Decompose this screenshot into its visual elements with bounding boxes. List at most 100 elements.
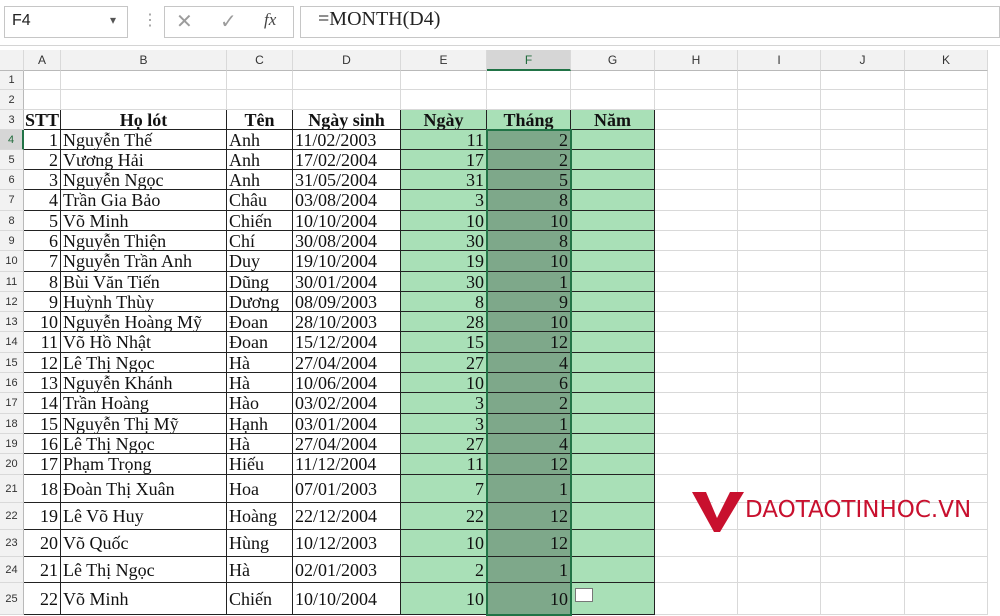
cell[interactable]	[487, 90, 571, 110]
year-cell[interactable]	[571, 190, 655, 211]
first-name-cell[interactable]: Hiếu	[227, 454, 293, 475]
last-middle-name-cell[interactable]: Nguyễn Thế	[61, 130, 227, 150]
stt-cell[interactable]: 8	[24, 272, 61, 292]
table-header-cell[interactable]: STT	[24, 110, 61, 130]
first-name-cell[interactable]: Hoàng	[227, 503, 293, 530]
cell[interactable]	[905, 170, 988, 190]
cell[interactable]	[655, 110, 738, 130]
stt-cell[interactable]: 16	[24, 434, 61, 454]
cell[interactable]	[738, 170, 821, 190]
cell[interactable]	[905, 150, 988, 170]
row-header[interactable]: 2	[0, 90, 24, 110]
year-cell[interactable]	[571, 353, 655, 373]
column-header-a[interactable]: A	[24, 50, 61, 71]
cell[interactable]	[655, 393, 738, 414]
month-cell[interactable]: 2	[487, 393, 571, 414]
day-cell[interactable]: 30	[401, 272, 487, 292]
birthdate-cell[interactable]: 30/08/2004	[293, 231, 401, 251]
day-cell[interactable]: 11	[401, 454, 487, 475]
last-middle-name-cell[interactable]: Võ Minh	[61, 583, 227, 615]
row-header[interactable]: 8	[0, 211, 24, 231]
cell[interactable]	[821, 332, 905, 353]
cell[interactable]	[738, 557, 821, 583]
cell[interactable]	[905, 251, 988, 272]
column-header-k[interactable]: K	[905, 50, 988, 71]
year-cell[interactable]	[571, 434, 655, 454]
cell[interactable]	[655, 231, 738, 251]
month-cell[interactable]: 1	[487, 272, 571, 292]
month-cell[interactable]: 10	[487, 583, 571, 615]
column-header-e[interactable]: E	[401, 50, 487, 71]
cell[interactable]	[821, 393, 905, 414]
cell[interactable]	[655, 332, 738, 353]
month-cell[interactable]: 2	[487, 150, 571, 170]
row-header[interactable]: 21	[0, 475, 24, 503]
year-cell[interactable]	[571, 292, 655, 312]
stt-cell[interactable]: 22	[24, 583, 61, 615]
birthdate-cell[interactable]: 03/08/2004	[293, 190, 401, 211]
cell[interactable]	[24, 90, 61, 110]
stt-cell[interactable]: 6	[24, 231, 61, 251]
cell[interactable]	[738, 231, 821, 251]
day-cell[interactable]: 31	[401, 170, 487, 190]
cell[interactable]	[655, 90, 738, 110]
cell[interactable]	[821, 110, 905, 130]
year-cell[interactable]	[571, 475, 655, 503]
row-header[interactable]: 20	[0, 454, 24, 475]
stt-cell[interactable]: 1	[24, 130, 61, 150]
cell[interactable]	[905, 414, 988, 434]
last-middle-name-cell[interactable]: Lê Thị Ngọc	[61, 353, 227, 373]
first-name-cell[interactable]: Anh	[227, 130, 293, 150]
table-header-cell[interactable]: Năm	[571, 110, 655, 130]
cell[interactable]	[571, 71, 655, 90]
year-cell[interactable]	[571, 211, 655, 231]
day-cell[interactable]: 3	[401, 190, 487, 211]
day-cell[interactable]: 10	[401, 211, 487, 231]
table-header-cell[interactable]: Ngày	[401, 110, 487, 130]
year-cell[interactable]	[571, 503, 655, 530]
stt-cell[interactable]: 21	[24, 557, 61, 583]
first-name-cell[interactable]: Hào	[227, 393, 293, 414]
cell[interactable]	[905, 332, 988, 353]
birthdate-cell[interactable]: 15/12/2004	[293, 332, 401, 353]
year-cell[interactable]	[571, 454, 655, 475]
cell[interactable]	[821, 272, 905, 292]
cell[interactable]	[821, 150, 905, 170]
birthdate-cell[interactable]: 27/04/2004	[293, 353, 401, 373]
cell[interactable]	[905, 130, 988, 150]
year-cell[interactable]	[571, 272, 655, 292]
cell[interactable]	[738, 292, 821, 312]
first-name-cell[interactable]: Hà	[227, 373, 293, 393]
stt-cell[interactable]: 5	[24, 211, 61, 231]
cell[interactable]	[905, 583, 988, 615]
month-cell[interactable]: 10	[487, 251, 571, 272]
birthdate-cell[interactable]: 10/06/2004	[293, 373, 401, 393]
day-cell[interactable]: 8	[401, 292, 487, 312]
cell[interactable]	[905, 393, 988, 414]
cell[interactable]	[821, 454, 905, 475]
cell[interactable]	[738, 272, 821, 292]
last-middle-name-cell[interactable]: Nguyễn Khánh	[61, 373, 227, 393]
month-cell[interactable]: 5	[487, 170, 571, 190]
day-cell[interactable]: 17	[401, 150, 487, 170]
first-name-cell[interactable]: Đoan	[227, 332, 293, 353]
row-header[interactable]: 13	[0, 312, 24, 332]
birthdate-cell[interactable]: 28/10/2003	[293, 312, 401, 332]
column-header-j[interactable]: J	[821, 50, 905, 71]
cell[interactable]	[401, 90, 487, 110]
cell[interactable]	[655, 353, 738, 373]
day-cell[interactable]: 30	[401, 231, 487, 251]
cell[interactable]	[655, 530, 738, 557]
month-cell[interactable]: 10	[487, 211, 571, 231]
cell[interactable]	[905, 373, 988, 393]
stt-cell[interactable]: 17	[24, 454, 61, 475]
birthdate-cell[interactable]: 02/01/2003	[293, 557, 401, 583]
table-header-cell[interactable]: Tên	[227, 110, 293, 130]
month-cell[interactable]: 12	[487, 332, 571, 353]
cell[interactable]	[655, 150, 738, 170]
last-middle-name-cell[interactable]: Đoàn Thị Xuân	[61, 475, 227, 503]
cell[interactable]	[738, 414, 821, 434]
year-cell[interactable]	[571, 312, 655, 332]
table-header-cell[interactable]: Họ lót	[61, 110, 227, 130]
cell[interactable]	[487, 71, 571, 90]
